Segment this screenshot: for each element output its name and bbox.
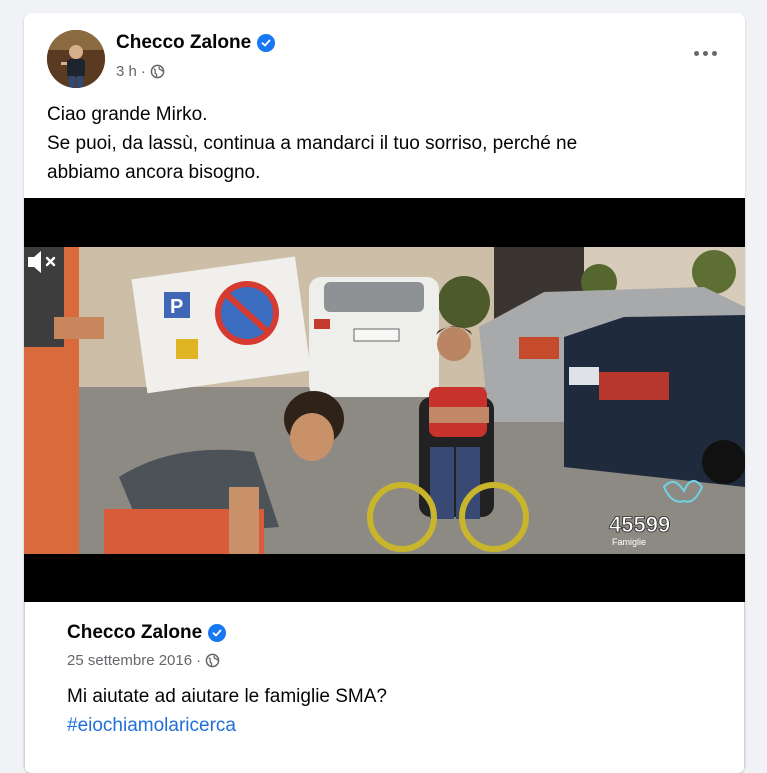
post-meta: 3 h · bbox=[116, 63, 165, 80]
muted-speaker-icon[interactable] bbox=[24, 247, 58, 277]
shared-post-message: Mi aiutate ad aiutare le famiglie SMA? #… bbox=[67, 682, 387, 740]
post-author-name[interactable]: Checco Zalone bbox=[116, 32, 251, 54]
globe-icon[interactable] bbox=[205, 653, 220, 668]
post-line: Se puoi, da lassù, continua a mandarci i… bbox=[47, 133, 578, 154]
post-line: Ciao grande Mirko. bbox=[47, 104, 208, 125]
author-avatar[interactable] bbox=[47, 30, 105, 88]
shared-post-line: Mi aiutate ad aiutare le famiglie SMA? bbox=[67, 686, 387, 707]
verified-badge-icon bbox=[257, 34, 276, 52]
shared-post-author[interactable]: Checco Zalone bbox=[67, 622, 227, 644]
hashtag-link[interactable]: #eiochiamolaricerca bbox=[67, 711, 387, 740]
shared-author-name[interactable]: Checco Zalone bbox=[67, 622, 202, 644]
post-message: Ciao grande Mirko. Se puoi, da lassù, co… bbox=[47, 100, 727, 187]
video-player[interactable]: P 45599 Famiglie bbox=[24, 198, 745, 602]
post-card: Checco Zalone 3 h · Ciao grande Mirko. S… bbox=[24, 13, 745, 773]
overlay-number: 45599 bbox=[609, 512, 670, 537]
sign-letter: P bbox=[170, 296, 183, 318]
more-options-icon[interactable] bbox=[691, 43, 719, 63]
verified-badge-icon bbox=[208, 624, 227, 642]
meta-separator: · bbox=[140, 63, 146, 80]
shared-post-date[interactable]: 25 settembre 2016 bbox=[67, 652, 192, 669]
globe-icon[interactable] bbox=[150, 64, 165, 79]
post-timestamp[interactable]: 3 h bbox=[116, 63, 137, 80]
shared-post[interactable]: Checco Zalone 25 settembre 2016 · Mi aiu… bbox=[24, 602, 745, 773]
shared-post-meta: 25 settembre 2016 · bbox=[67, 652, 220, 669]
post-author[interactable]: Checco Zalone bbox=[116, 32, 276, 54]
overlay-caption: Famiglie bbox=[612, 537, 646, 547]
meta-separator: · bbox=[196, 652, 202, 669]
video-frame[interactable]: P 45599 Famiglie bbox=[24, 247, 745, 554]
post-line: abbiamo ancora bisogno. bbox=[47, 162, 261, 183]
